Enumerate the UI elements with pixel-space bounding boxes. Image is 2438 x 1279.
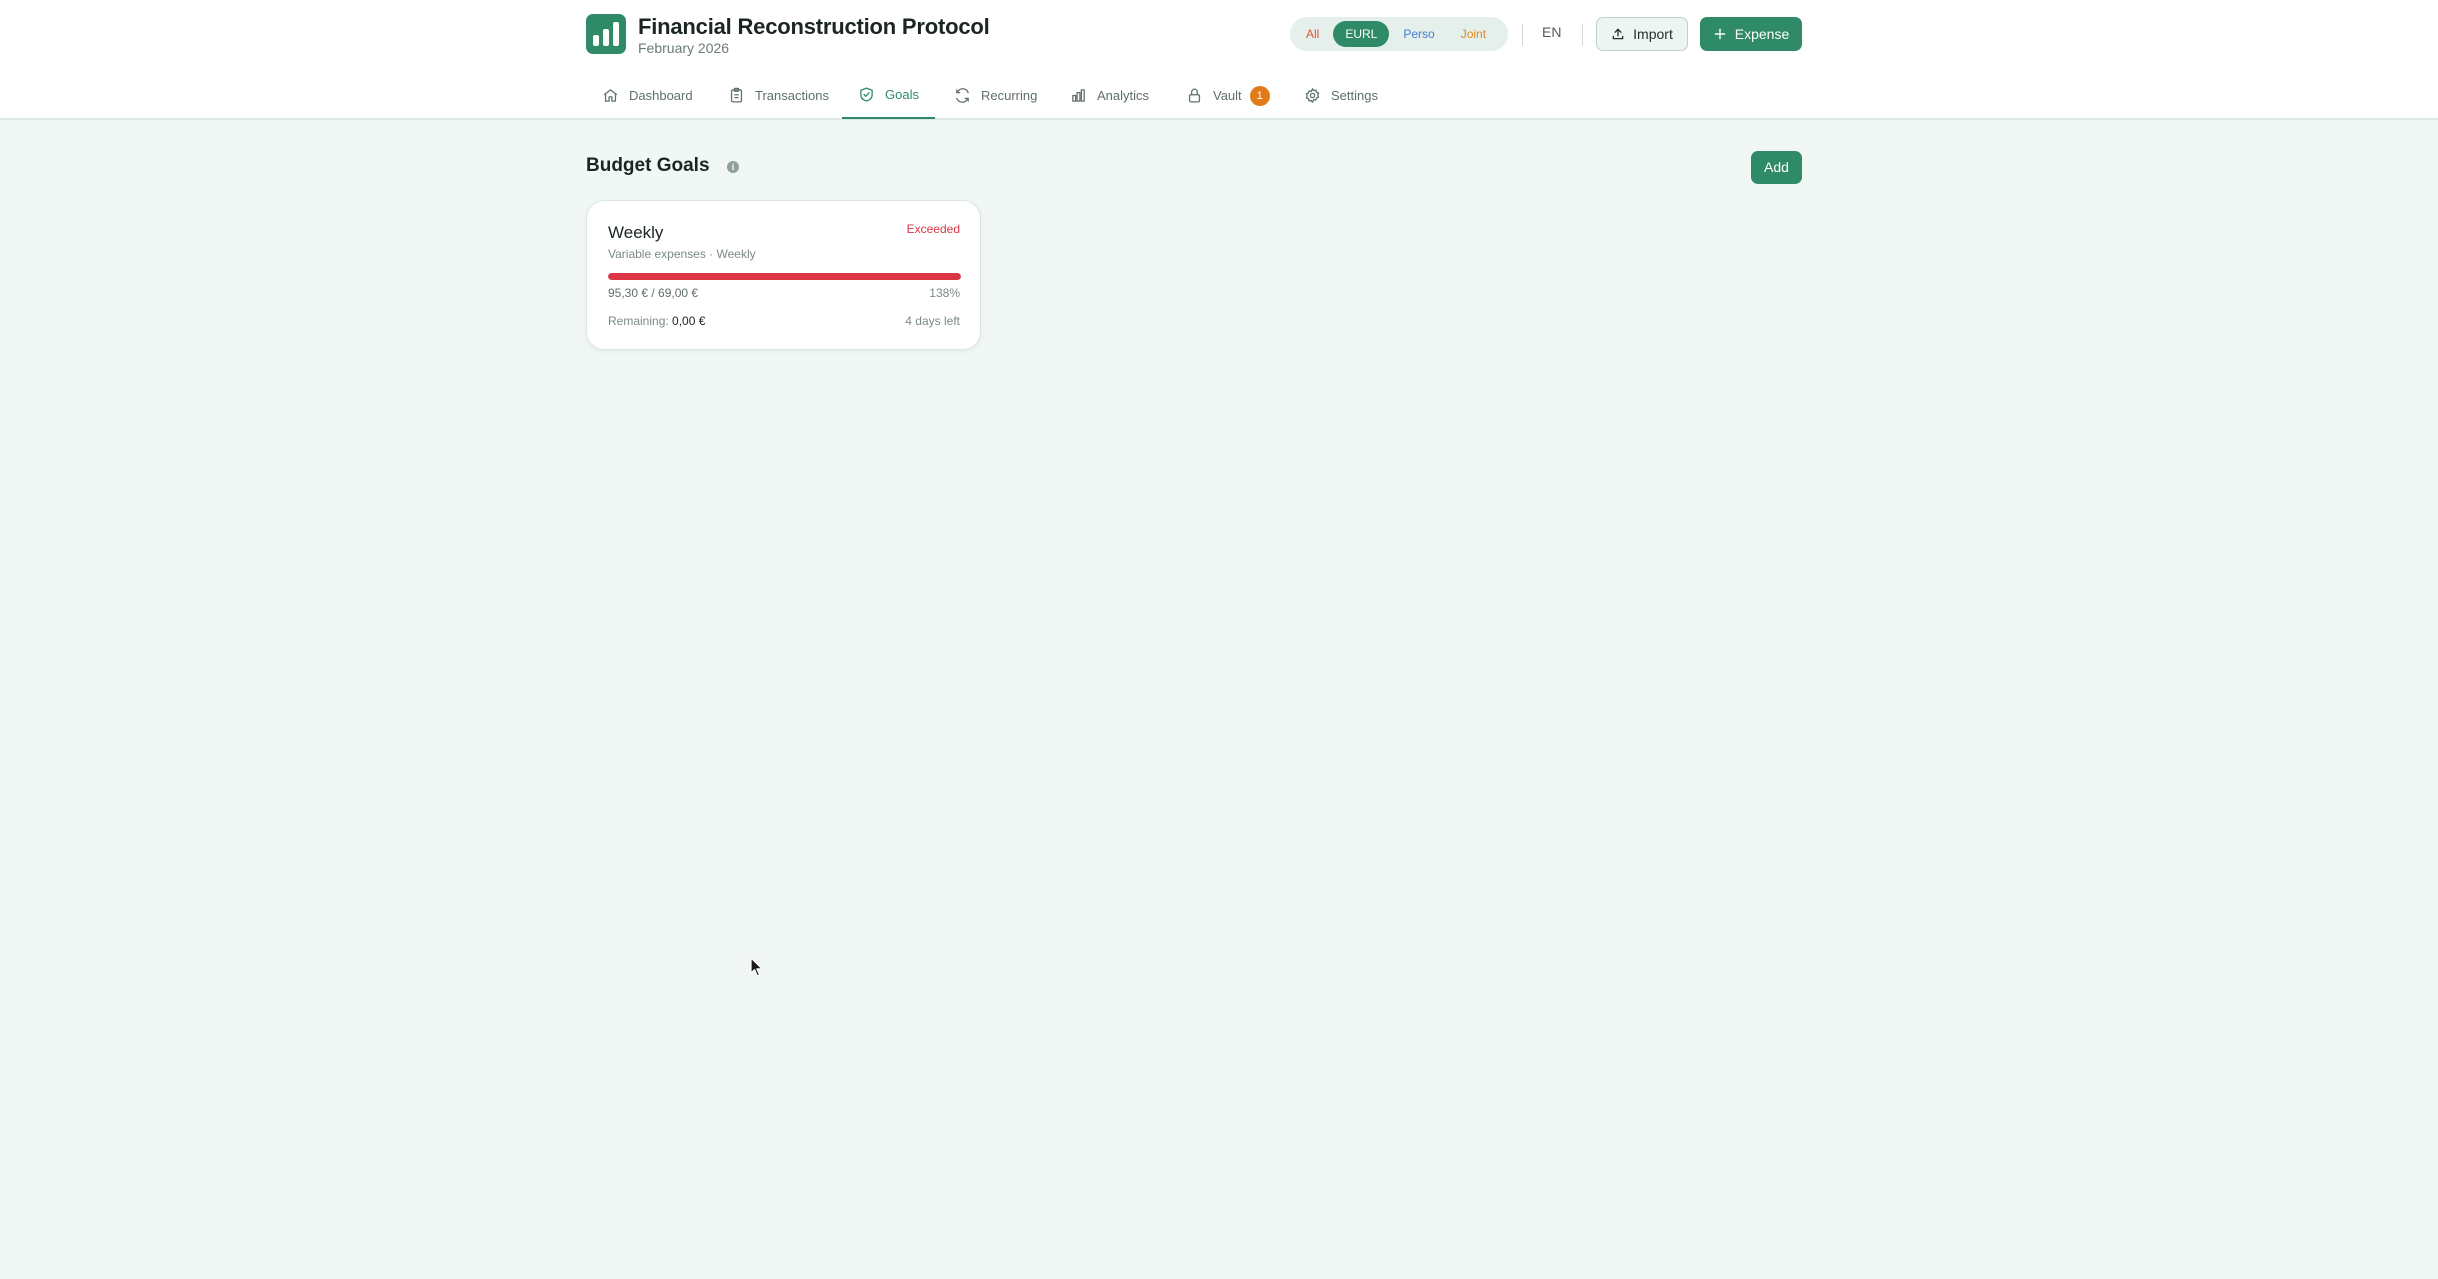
clipboard-icon xyxy=(730,87,743,103)
plus-icon xyxy=(1714,28,1726,40)
goal-spent-vs-limit: 95,30 € / 69,00 € xyxy=(608,286,699,300)
header-divider xyxy=(1522,24,1523,46)
tab-transactions[interactable]: Transactions xyxy=(712,72,845,119)
entity-filter-all[interactable]: All xyxy=(1294,21,1331,47)
goal-remaining: Remaining: 0,00 € xyxy=(608,314,705,328)
tab-dashboard-label: Dashboard xyxy=(629,88,693,103)
goal-days-left: 4 days left xyxy=(905,314,960,328)
entity-filter-eurl[interactable]: EURL xyxy=(1333,21,1390,47)
add-goal-button[interactable]: Add xyxy=(1751,151,1802,184)
page-title: Budget Goals xyxy=(586,155,710,176)
upload-icon xyxy=(1612,28,1624,40)
app-logo-bar-chart-icon xyxy=(586,14,626,54)
goal-status-badge: Exceeded xyxy=(906,222,960,236)
add-expense-button[interactable]: Expense xyxy=(1700,17,1802,51)
entity-filter: All EURL Perso Joint xyxy=(1290,17,1508,51)
import-button[interactable]: Import xyxy=(1596,17,1688,51)
bar-chart-icon xyxy=(1072,89,1085,102)
entity-filter-joint[interactable]: Joint xyxy=(1449,21,1498,47)
tab-analytics-label: Analytics xyxy=(1097,88,1150,103)
main-nav: Dashboard Transactions Goals Recurring A… xyxy=(586,72,1802,120)
app-header: Financial Reconstruction Protocol Februa… xyxy=(0,0,2438,120)
tab-dashboard[interactable]: Dashboard xyxy=(586,72,709,119)
header-top-row: Financial Reconstruction Protocol Februa… xyxy=(586,14,1802,70)
mouse-cursor-icon xyxy=(750,957,763,977)
tab-recurring-label: Recurring xyxy=(981,88,1038,103)
add-expense-button-label: Expense xyxy=(1734,26,1790,42)
goal-progress-bar xyxy=(608,273,961,280)
vault-count-badge: 1 xyxy=(1249,85,1270,106)
entity-filter-perso[interactable]: Perso xyxy=(1391,21,1446,47)
gear-icon xyxy=(1305,88,1320,103)
header-divider xyxy=(1582,24,1583,46)
tab-transactions-label: Transactions xyxy=(755,88,829,103)
app-title: Financial Reconstruction Protocol xyxy=(638,14,990,39)
import-button-label: Import xyxy=(1633,26,1673,42)
goal-remaining-value: 0,00 € xyxy=(672,314,706,328)
lock-icon xyxy=(1188,88,1201,103)
refresh-icon xyxy=(956,88,969,103)
tab-goals[interactable]: Goals xyxy=(842,72,935,119)
tab-recurring[interactable]: Recurring xyxy=(938,72,1053,119)
goal-percent: 138% xyxy=(929,286,960,300)
tab-analytics[interactable]: Analytics xyxy=(1054,72,1165,119)
goal-name: Weekly xyxy=(608,223,664,242)
goal-card[interactable]: Weekly Variable expenses · Weekly Exceed… xyxy=(586,200,981,350)
info-icon[interactable]: i xyxy=(727,161,739,173)
tab-goals-label: Goals xyxy=(885,87,919,102)
language-switch[interactable]: EN xyxy=(1542,24,1561,40)
goal-progress-fill xyxy=(608,273,961,280)
tab-vault-label: Vault xyxy=(1213,88,1242,103)
tab-settings[interactable]: Settings xyxy=(1288,72,1394,119)
current-period: February 2026 xyxy=(638,40,730,56)
tab-settings-label: Settings xyxy=(1331,88,1378,103)
goal-category-period: Variable expenses · Weekly xyxy=(608,247,756,261)
shield-check-icon xyxy=(860,87,873,102)
goal-remaining-label: Remaining: xyxy=(608,314,669,328)
tab-vault[interactable]: Vault 1 xyxy=(1170,72,1286,119)
home-icon xyxy=(603,89,618,102)
